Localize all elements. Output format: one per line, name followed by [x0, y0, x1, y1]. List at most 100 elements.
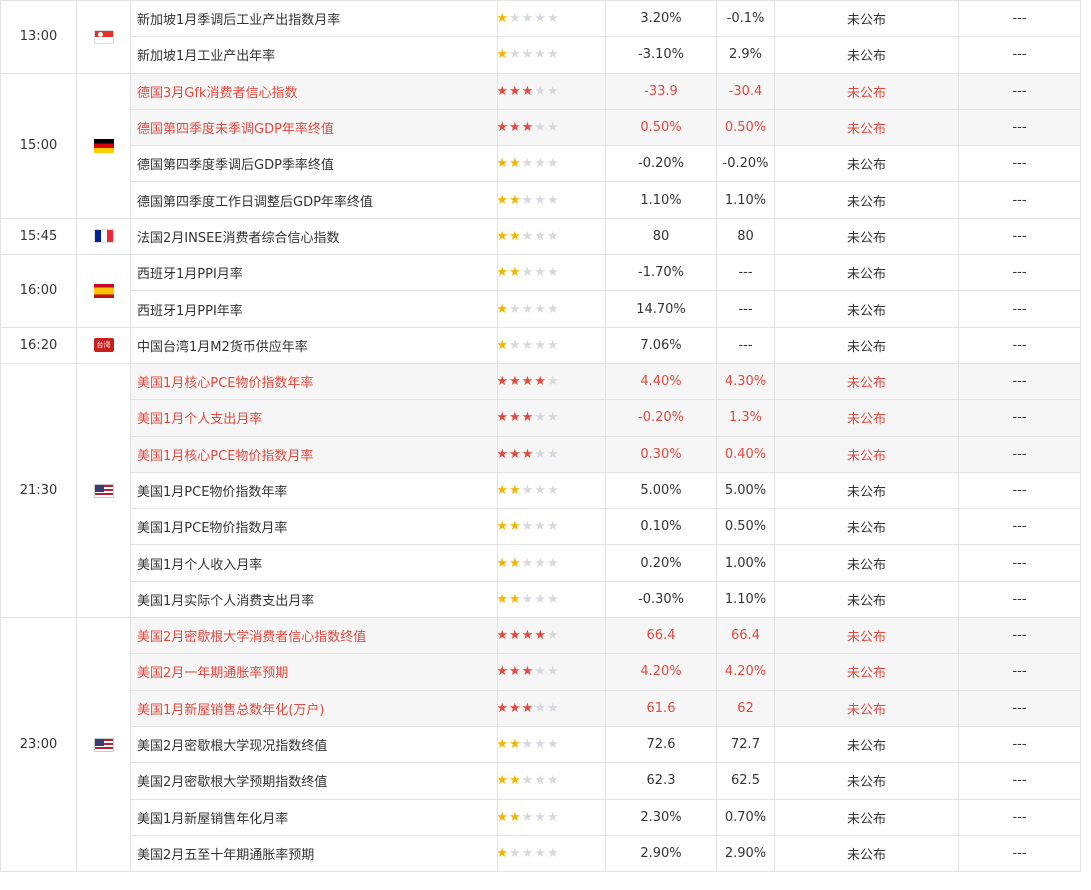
previous-value: 14.70% [605, 290, 717, 328]
event-name[interactable]: 美国1月个人收入月率 [130, 544, 498, 582]
flag-de-icon [93, 138, 114, 153]
star-empty-icon: ★ [534, 47, 546, 63]
importance-stars: ★ ★ ★ ★ ★ [497, 145, 606, 183]
event-name[interactable]: 美国1月新屋销售年化月率 [130, 798, 498, 836]
star-filled-icon: ★ [521, 664, 534, 680]
event-name[interactable]: 西班牙1月PPI年率 [130, 290, 498, 328]
star-empty-icon: ★ [521, 192, 534, 208]
star-empty-icon: ★ [521, 11, 534, 27]
impact-cell: --- [958, 834, 1082, 873]
star-empty-icon: ★ [534, 483, 546, 498]
impact-cell: --- [958, 798, 1082, 836]
previous-value: -0.20% [605, 399, 717, 437]
importance-stars: ★ ★ ★ ★ ★ [497, 290, 606, 328]
forecast-value: --- [716, 326, 775, 364]
impact-cell: --- [958, 399, 1082, 437]
actual-status: 未公布 [773, 689, 960, 727]
event-name[interactable]: 西班牙1月PPI月率 [130, 254, 498, 292]
star-filled-icon: ★ [509, 374, 521, 390]
event-name[interactable]: 美国1月实际个人消费支出月率 [130, 580, 498, 619]
country-flag-cell [76, 0, 131, 74]
importance-stars: ★ ★ ★ ★ ★ [497, 326, 606, 364]
table-row: 德国第四季度工作日调整后GDP年率终值 ★ ★ ★ ★ ★ 1.10% 1.10% 未公布 --- [1, 181, 1082, 219]
table-row: 美国1月核心PCE物价指数月率 ★ ★ ★ ★ ★ 0.30% 0.40% 未公布 --- [1, 435, 1082, 473]
star-empty-icon: ★ [546, 301, 559, 317]
forecast-value: --- [716, 254, 775, 292]
actual-status: 未公布 [773, 834, 960, 873]
previous-value: -1.70% [605, 254, 717, 292]
star-empty-icon: ★ [546, 845, 559, 861]
importance-stars: ★ ★ ★ ★ ★ [497, 181, 606, 219]
event-name[interactable]: 美国1月PCE物价指数月率 [130, 508, 498, 546]
star-empty-icon: ★ [534, 519, 546, 535]
star-empty-icon: ★ [546, 809, 559, 825]
actual-status: 未公布 [773, 435, 960, 473]
event-name[interactable]: 美国1月个人支出月率 [130, 399, 498, 437]
country-flag-cell [76, 217, 131, 256]
star-empty-icon: ★ [546, 446, 559, 462]
importance-stars: ★ ★ ★ ★ ★ [497, 834, 606, 873]
star-filled-icon: ★ [497, 845, 509, 861]
star-empty-icon: ★ [509, 11, 521, 27]
event-name[interactable]: 法国2月INSEE消费者综合信心指数 [130, 217, 498, 256]
event-name[interactable]: 美国2月密歇根大学现况指数终值 [130, 725, 498, 764]
event-name[interactable]: 美国2月密歇根大学消费者信心指数终值 [130, 617, 498, 655]
event-name[interactable]: 美国1月核心PCE物价指数年率 [130, 362, 498, 401]
star-empty-icon: ★ [521, 591, 534, 607]
previous-value: 62.3 [605, 762, 717, 800]
star-empty-icon: ★ [546, 519, 559, 535]
event-name[interactable]: 美国1月新屋销售总数年化(万户) [130, 689, 498, 727]
event-name[interactable]: 德国3月Gfk消费者信心指数 [130, 72, 498, 110]
star-filled-icon: ★ [509, 809, 521, 825]
star-empty-icon: ★ [534, 301, 546, 317]
star-filled-icon: ★ [509, 410, 521, 426]
event-name[interactable]: 美国2月密歇根大学预期指数终值 [130, 762, 498, 800]
table-row: 美国2月密歇根大学现况指数终值 ★ ★ ★ ★ ★ 72.6 72.7 未公布 --- [1, 725, 1082, 764]
star-rating: ★ ★ ★ ★ ★ [499, 11, 559, 27]
event-name[interactable]: 美国2月五至十年期通胀率预期 [130, 834, 498, 873]
star-rating: ★ ★ ★ ★ ★ [499, 374, 559, 390]
star-empty-icon: ★ [534, 337, 546, 353]
actual-status: 未公布 [773, 399, 960, 437]
star-filled-icon: ★ [521, 83, 534, 99]
event-name[interactable]: 德国第四季度未季调GDP年率终值 [130, 108, 498, 147]
event-name[interactable]: 美国2月一年期通胀率预期 [130, 653, 498, 691]
table-row: 德国第四季度季调后GDP季率终值 ★ ★ ★ ★ ★ -0.20% -0.20% 未公布 --- [1, 145, 1082, 183]
previous-value: -33.9 [605, 72, 717, 110]
impact-cell: --- [958, 145, 1082, 183]
star-filled-icon: ★ [497, 120, 509, 136]
impact-cell: --- [958, 254, 1082, 292]
event-time: 15:00 [0, 72, 77, 219]
forecast-value: 5.00% [716, 471, 775, 510]
star-filled-icon: ★ [497, 410, 509, 426]
event-name[interactable]: 新加坡1月季调后工业产出指数月率 [130, 0, 498, 38]
event-name[interactable]: 美国1月PCE物价指数年率 [130, 471, 498, 510]
actual-status: 未公布 [773, 508, 960, 546]
actual-status: 未公布 [773, 617, 960, 655]
event-name[interactable]: 中国台湾1月M2货币供应年率 [130, 326, 498, 364]
forecast-value: 1.3% [716, 399, 775, 437]
flag-us-icon [93, 737, 114, 752]
star-empty-icon: ★ [546, 83, 559, 99]
table-row: 23:00 美国2月密歇根大学消费者信心指数终值 ★ ★ ★ ★ ★ 66.4 66.4 未公布 -… [0, 617, 1082, 873]
star-empty-icon: ★ [509, 845, 521, 861]
event-name[interactable]: 美国1月核心PCE物价指数月率 [130, 435, 498, 473]
star-empty-icon: ★ [546, 374, 559, 390]
previous-value: 1.10% [605, 181, 717, 219]
star-filled-icon: ★ [509, 519, 521, 535]
flag-us-icon [93, 483, 114, 498]
event-name[interactable]: 新加坡1月工业产出年率 [130, 36, 498, 74]
event-name[interactable]: 德国第四季度工作日调整后GDP年率终值 [130, 181, 498, 219]
star-filled-icon: ★ [509, 700, 521, 716]
star-empty-icon: ★ [534, 446, 546, 462]
table-row: 美国1月个人支出月率 ★ ★ ★ ★ ★ -0.20% 1.3% 未公布 --- [1, 399, 1082, 437]
importance-stars: ★ ★ ★ ★ ★ [497, 653, 606, 691]
star-empty-icon: ★ [546, 192, 559, 208]
importance-stars: ★ ★ ★ ★ ★ [497, 108, 606, 147]
importance-stars: ★ ★ ★ ★ ★ [497, 725, 606, 764]
impact-cell: --- [958, 290, 1082, 328]
importance-stars: ★ ★ ★ ★ ★ [497, 72, 606, 110]
actual-status: 未公布 [773, 798, 960, 836]
star-filled-icon: ★ [497, 555, 509, 571]
event-name[interactable]: 德国第四季度季调后GDP季率终值 [130, 145, 498, 183]
